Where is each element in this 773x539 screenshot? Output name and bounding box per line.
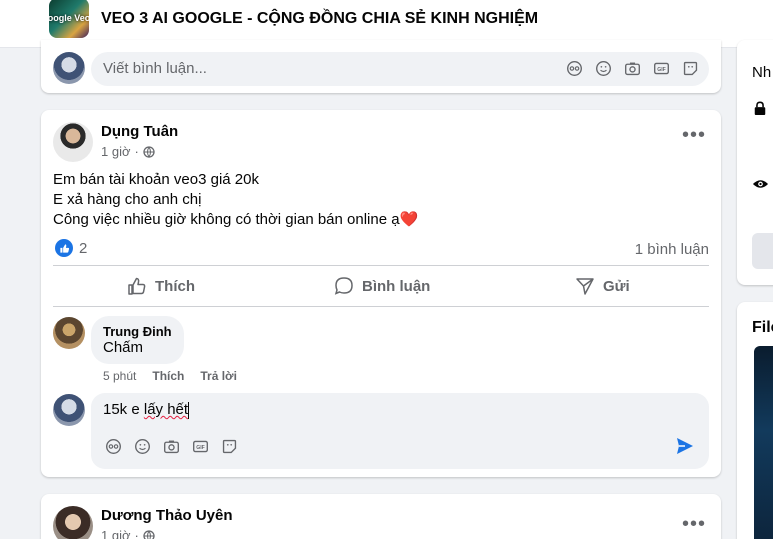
files-panel: File [737, 302, 773, 539]
group-cover-thumbnail[interactable]: oogle Veo [49, 0, 89, 38]
group-title[interactable]: VEO 3 AI GOOGLE - CỘNG ĐỒNG CHIA SẺ KINH… [101, 10, 538, 28]
post-options-button[interactable]: ••• [682, 125, 706, 145]
files-heading-truncated: File [752, 319, 773, 336]
post-line-2: E xả hàng cho anh chị [53, 191, 202, 208]
draft-misspelled-word: lấy hết [143, 401, 189, 418]
comment-actions: 5 phút Thích Trả lời [103, 369, 237, 383]
post-line-3: Công việc nhiều giờ không có thời gian b… [53, 210, 418, 230]
next-post-time[interactable]: 1 giờ [101, 528, 131, 539]
emoji-icon[interactable] [595, 60, 612, 77]
reply-tools: GIF [105, 438, 238, 455]
svg-text:GIF: GIF [657, 67, 666, 73]
comment-label: Bình luận [362, 277, 431, 295]
previous-post-card: Viết bình luận... GIF [41, 40, 721, 93]
draft-prefix: 15k e [103, 401, 144, 418]
current-user-avatar-2[interactable] [53, 394, 85, 426]
next-post-author-name[interactable]: Dương Thảo Uyên [101, 507, 233, 524]
post-author-name[interactable]: Dụng Tuân [101, 123, 178, 140]
avatar-sticker-icon[interactable] [566, 60, 583, 77]
comment-placeholder: Viết bình luận... [103, 60, 207, 77]
comment-bubble-icon [334, 277, 353, 295]
heart-emoji: ❤️ [399, 211, 419, 228]
reply-draft-text[interactable]: 15k e lấy hết [103, 401, 190, 419]
group-thumb-label: oogle Veo [49, 13, 89, 23]
actions-divider-top [53, 265, 709, 266]
comment-button[interactable]: Bình luận [334, 276, 430, 296]
camera-icon[interactable] [624, 60, 641, 77]
post-time[interactable]: 1 giờ [101, 144, 131, 159]
lock-icon [754, 101, 766, 115]
actions-divider-bottom [53, 306, 709, 307]
about-text-truncated: Nh [752, 64, 772, 81]
next-author-avatar[interactable] [53, 506, 93, 539]
send-comment-icon[interactable] [675, 436, 695, 456]
send-button[interactable]: Gửi [575, 276, 630, 296]
send-label: Gửi [603, 277, 630, 295]
text-caret [188, 401, 190, 419]
reply-input[interactable]: 15k e lấy hết GIF [91, 393, 709, 469]
author-avatar[interactable] [53, 122, 93, 162]
dot-separator: · [134, 144, 139, 159]
comment-like-button[interactable]: Thích [152, 369, 184, 383]
globe-icon [143, 529, 155, 539]
file-thumbnail[interactable] [754, 346, 773, 539]
dot-separator: · [134, 528, 139, 539]
like-count: 2 [79, 239, 88, 257]
comment-count-link[interactable]: 1 bình luận [635, 241, 709, 258]
comment-tools: GIF [566, 60, 699, 77]
thumbs-up-icon [128, 277, 146, 295]
commenter-avatar[interactable] [53, 317, 85, 349]
comment-reply-button[interactable]: Trả lời [200, 369, 237, 383]
globe-icon [143, 145, 155, 158]
send-arrow-icon [576, 278, 594, 295]
post-timestamp: 1 giờ · [101, 144, 155, 159]
next-post-options-button[interactable]: ••• [682, 514, 706, 534]
current-user-avatar[interactable] [53, 52, 85, 84]
post-body: Em bán tài khoản veo3 giá 20k E xả hàng … [53, 170, 418, 230]
next-post-card: Dương Thảo Uyên 1 giờ · ••• [41, 494, 721, 539]
avatar-sticker-icon[interactable] [105, 438, 122, 455]
commenter-name[interactable]: Trung Đinh [103, 324, 172, 339]
post-line-3-text: Công việc nhiều giờ không có thời gian b… [53, 211, 400, 228]
eye-icon [752, 180, 769, 188]
post-card: Dụng Tuân 1 giờ · ••• Em bán tài khoản v… [41, 110, 721, 477]
comment-bubble: Trung Đinh Chấm [91, 316, 184, 364]
camera-icon[interactable] [163, 438, 180, 455]
reaction-summary[interactable]: 2 [55, 239, 87, 257]
comment-input[interactable]: Viết bình luận... GIF [91, 52, 709, 86]
svg-text:GIF: GIF [196, 445, 205, 451]
about-panel: Nh [737, 40, 773, 285]
comment-time[interactable]: 5 phút [103, 369, 136, 383]
emoji-icon[interactable] [134, 438, 151, 455]
sticker-icon[interactable] [682, 60, 699, 77]
like-button[interactable]: Thích [127, 276, 195, 296]
join-button-partial[interactable] [752, 233, 773, 269]
sticker-icon[interactable] [221, 438, 238, 455]
gif-icon[interactable]: GIF [192, 438, 209, 455]
post-line-1: Em bán tài khoản veo3 giá 20k [53, 171, 259, 188]
like-reaction-icon [55, 239, 73, 257]
like-label: Thích [155, 277, 195, 295]
next-post-timestamp: 1 giờ · [101, 528, 155, 539]
comment-text: Chấm [103, 339, 144, 356]
gif-icon[interactable]: GIF [653, 60, 670, 77]
